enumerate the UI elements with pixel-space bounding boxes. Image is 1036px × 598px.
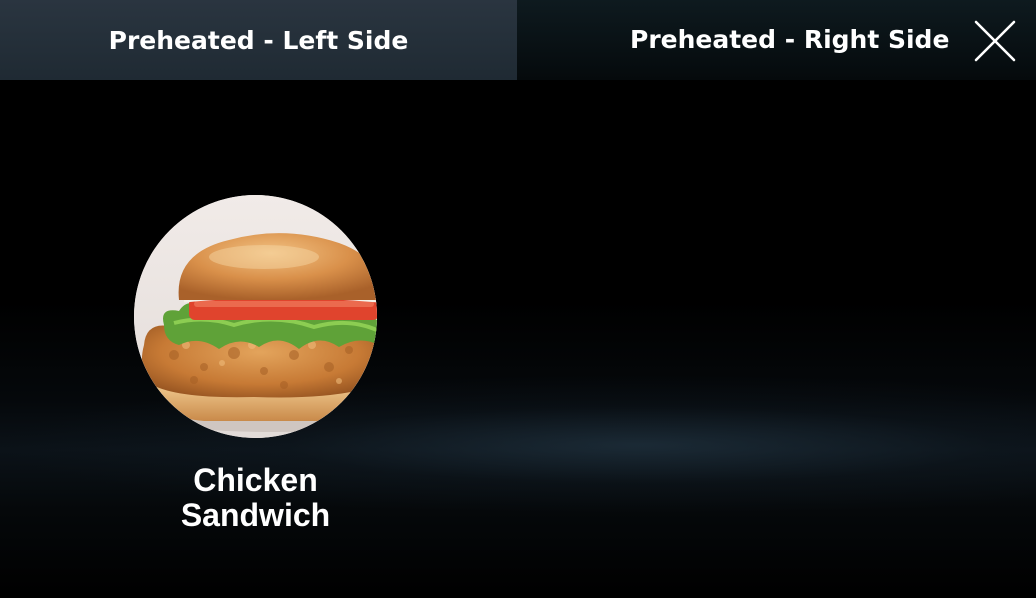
close-button[interactable] [972,18,1018,64]
tab-bar: Preheated - Left Side Preheated - Right … [0,0,1036,80]
tab-left-side-label: Preheated - Left Side [108,25,409,55]
chicken-sandwich-photo [134,195,377,438]
tab-right-side-label: Preheated - Right Side [630,25,950,54]
menu-item-chicken-sandwich[interactable]: Chicken Sandwich [134,195,377,533]
preheat-screen: Preheated - Left Side Preheated - Right … [0,0,1036,598]
tab-right-side[interactable]: Preheated - Right Side [517,0,1036,80]
close-icon [974,20,1016,62]
tab-left-side[interactable]: Preheated - Left Side [0,0,517,80]
menu-item-name: Chicken Sandwich [180,462,331,533]
